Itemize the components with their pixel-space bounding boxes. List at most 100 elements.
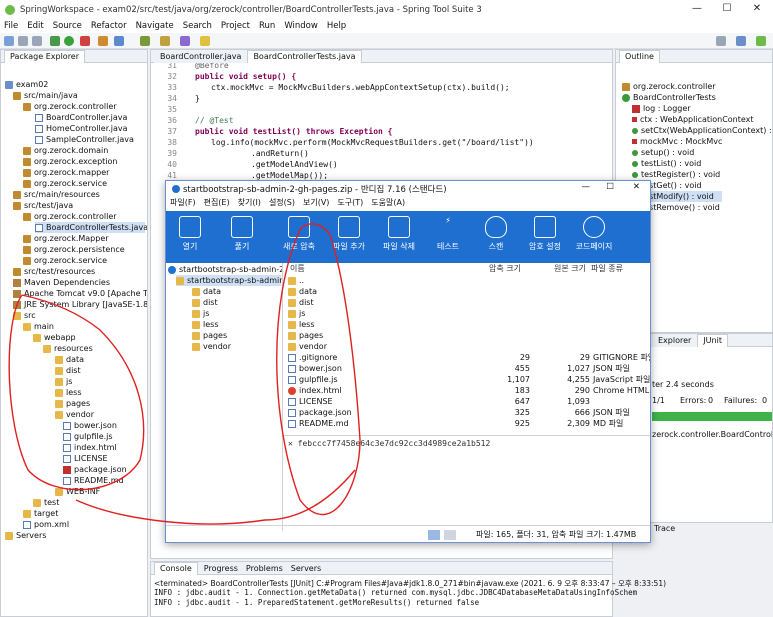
- editor-tab-boardcontrollertests[interactable]: BoardControllerTests.java: [247, 49, 362, 63]
- menu-source[interactable]: Source: [53, 21, 82, 31]
- highlight-icon[interactable]: [200, 36, 210, 46]
- tree-item-folder[interactable]: test: [33, 497, 59, 508]
- tree-item-file[interactable]: README.md: [63, 475, 124, 486]
- close-preview-icon[interactable]: ✕: [288, 439, 298, 448]
- view-details-icon[interactable]: [428, 530, 440, 540]
- perspective-java-icon[interactable]: [736, 36, 746, 46]
- delete-files-button[interactable]: 파일 삭제: [376, 211, 422, 263]
- tree-item-jre[interactable]: JRE System Library [JavaSE-1.8]: [13, 299, 147, 310]
- tree-item-tomcat[interactable]: Apache Tomcat v9.0 [Apache Tom: [13, 288, 147, 299]
- file-row[interactable]: js: [288, 308, 648, 319]
- bandizip-minimize-button[interactable]: —: [582, 182, 591, 192]
- file-row[interactable]: .gitignore 29 29 GITIGNORE 파일: [288, 352, 650, 363]
- package-icon[interactable]: [98, 36, 108, 46]
- zip-menu-view[interactable]: 보기(V): [303, 197, 329, 208]
- junit-test-class[interactable]: zerock.controller.BoardControllerTe: [652, 430, 772, 439]
- column-header-type[interactable]: 파일 종류: [591, 263, 623, 275]
- outline-item[interactable]: BoardControllerTests: [622, 92, 716, 103]
- tree-item-folder[interactable]: data: [55, 354, 84, 365]
- view-list-icon[interactable]: [444, 530, 456, 540]
- bandizip-close-button[interactable]: ✕: [633, 182, 640, 192]
- tree-item-folder[interactable]: less: [55, 387, 81, 398]
- menu-edit[interactable]: Edit: [27, 21, 43, 31]
- tree-item-servers[interactable]: Servers: [5, 530, 46, 541]
- tree-item-package[interactable]: org.zerock.mapper: [23, 167, 109, 178]
- open-button[interactable]: 열기: [170, 211, 210, 263]
- debug-icon[interactable]: [50, 36, 60, 46]
- outline-item[interactable]: testRegister() : void: [632, 169, 720, 180]
- zip-menu-help[interactable]: 도움말(A): [371, 197, 405, 208]
- outline-tab[interactable]: Outline: [619, 49, 660, 63]
- tree-item-package[interactable]: org.zerock.service: [23, 178, 107, 189]
- zip-tree-item-root-folder[interactable]: startbootstrap-sb-admin-2-: [176, 275, 282, 286]
- zip-tree-item[interactable]: less: [192, 319, 218, 330]
- save-icon[interactable]: [18, 36, 28, 46]
- tree-item-webapp[interactable]: webapp: [33, 332, 76, 343]
- editor-tab-boardcontroller[interactable]: BoardController.java: [154, 49, 248, 63]
- problems-tab[interactable]: Problems: [246, 564, 283, 573]
- tree-item-maven-deps[interactable]: Maven Dependencies: [13, 277, 110, 288]
- tree-item-selected-test-file[interactable]: BoardControllerTests.java: [35, 222, 147, 233]
- outline-item[interactable]: mockMvc : MockMvc: [632, 136, 722, 147]
- tree-item-java-file[interactable]: HomeController.java: [35, 123, 128, 134]
- add-files-button[interactable]: 파일 추가: [326, 211, 372, 263]
- file-row[interactable]: package.json 325 666 JSON 파일: [288, 407, 648, 418]
- zip-menu-find[interactable]: 찾기(I): [238, 197, 261, 208]
- task-icon[interactable]: [180, 36, 190, 46]
- tree-item-package[interactable]: org.zerock.domain: [23, 145, 108, 156]
- zip-menu-edit[interactable]: 편집(E): [204, 197, 230, 208]
- run-icon[interactable]: [64, 36, 74, 46]
- open-type-icon[interactable]: [160, 36, 170, 46]
- outline-item[interactable]: org.zerock.controller: [622, 81, 716, 92]
- tree-item-package[interactable]: org.zerock.controller: [23, 211, 117, 222]
- outline-item[interactable]: log : Logger: [632, 103, 691, 114]
- codepage-button[interactable]: 코드페이지: [570, 211, 618, 263]
- search-icon[interactable]: [114, 36, 124, 46]
- menu-help[interactable]: Help: [327, 21, 346, 31]
- file-row[interactable]: dist: [288, 297, 648, 308]
- tree-item-main[interactable]: main: [23, 321, 54, 332]
- file-row[interactable]: LICENSE 647 1,093: [288, 396, 648, 407]
- junit-tab[interactable]: JUnit: [697, 333, 728, 347]
- file-row[interactable]: gulpfile.js 1,107 4,255 JavaScript 파일: [288, 374, 650, 385]
- outline-item[interactable]: setup() : void: [632, 147, 694, 158]
- file-row[interactable]: vendor: [288, 341, 648, 352]
- outline-item[interactable]: testList() : void: [632, 158, 701, 169]
- new-icon[interactable]: [4, 36, 14, 46]
- zip-menu-file[interactable]: 파일(F): [170, 197, 196, 208]
- file-row[interactable]: pages: [288, 330, 648, 341]
- tree-item-file[interactable]: LICENSE: [63, 453, 108, 464]
- menu-project[interactable]: Project: [221, 21, 250, 31]
- tree-item-src-test-resources[interactable]: src/test/resources: [13, 266, 95, 277]
- package-explorer-tab[interactable]: Package Explorer: [4, 49, 86, 63]
- bandizip-maximize-button[interactable]: ☐: [606, 182, 614, 192]
- menu-file[interactable]: File: [4, 21, 18, 31]
- outline-item[interactable]: ctx : WebApplicationContext: [632, 114, 754, 125]
- servers-tab[interactable]: Servers: [291, 564, 321, 573]
- file-row[interactable]: less: [288, 319, 648, 330]
- file-row[interactable]: bower.json 455 1,027 JSON 파일: [288, 363, 648, 374]
- zip-tree-item[interactable]: pages: [192, 330, 227, 341]
- file-row[interactable]: README.md 925 2,309 MD 파일: [288, 418, 648, 429]
- close-button[interactable]: ✕: [742, 0, 772, 19]
- menu-run[interactable]: Run: [259, 21, 275, 31]
- extract-button[interactable]: 풀기: [222, 211, 262, 263]
- tree-item-src-test-java[interactable]: src/test/java: [13, 200, 73, 211]
- zip-tree-item[interactable]: js: [192, 308, 209, 319]
- column-header-name[interactable]: 이름: [290, 263, 305, 275]
- quick-access-icon[interactable]: [716, 36, 726, 46]
- spring-boot-icon[interactable]: [140, 36, 150, 46]
- tree-item-project[interactable]: exam02: [5, 79, 48, 90]
- zip-tree-item[interactable]: data: [192, 286, 221, 297]
- tree-item-folder[interactable]: vendor: [55, 409, 94, 420]
- tree-item-package[interactable]: org.zerock.Mapper: [23, 233, 109, 244]
- maximize-button[interactable]: ☐: [712, 0, 742, 19]
- tree-item-src[interactable]: src: [13, 310, 36, 321]
- menu-search[interactable]: Search: [183, 21, 212, 31]
- tree-item-java-file[interactable]: SampleController.java: [35, 134, 134, 145]
- file-row[interactable]: ..: [288, 275, 648, 286]
- tree-item-src-main-resources[interactable]: src/main/resources: [13, 189, 100, 200]
- tree-item-folder[interactable]: js: [55, 376, 72, 387]
- menu-navigate[interactable]: Navigate: [136, 21, 174, 31]
- tree-item-file[interactable]: pom.xml: [23, 519, 69, 530]
